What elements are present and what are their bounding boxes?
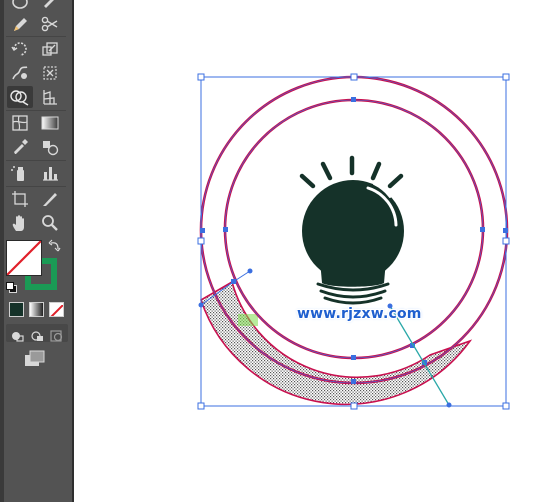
draw-inside-icon[interactable] [50,327,64,342]
zoom-tool-icon[interactable] [38,212,62,234]
tools-separator [6,160,66,161]
scissors-tool-icon[interactable] [38,13,62,35]
blend-tool-icon[interactable] [38,136,62,158]
tools-separator [6,186,66,187]
draw-normal-icon[interactable] [10,327,24,342]
none-mode-button[interactable] [49,302,64,317]
watermark-text: www.rjzxw.com [297,306,422,322]
perspective-grid-tool-icon[interactable] [38,86,62,108]
tools-panel [0,0,74,502]
light-bulb-icon [299,155,404,305]
ellipse-tool-icon[interactable] [8,0,32,12]
draw-behind-icon[interactable] [30,327,44,341]
swap-fill-stroke-icon[interactable] [48,238,62,252]
hand-tool-icon[interactable] [8,212,32,234]
tools-panel-edge [0,0,4,502]
gradient-mode-button[interactable] [29,302,44,317]
slice-tool-icon[interactable] [38,188,62,210]
tools-separator [6,36,66,37]
default-fill-stroke-icon[interactable] [6,282,17,293]
selected-segment-highlight [238,314,258,326]
free-transform-tool-icon[interactable] [38,62,62,84]
artboard-tool-icon[interactable] [8,188,32,210]
gradient-tool-icon[interactable] [38,112,62,134]
scale-tool-icon[interactable] [38,38,62,60]
fill-swatch[interactable] [6,240,42,276]
blob-brush-tool-icon[interactable] [38,0,62,12]
shape-builder-tool-icon[interactable] [7,86,33,108]
warp-tool-icon[interactable] [8,62,32,84]
column-graph-tool-icon[interactable] [38,162,62,184]
rotate-tool-icon[interactable] [8,38,32,60]
tools-separator [6,110,66,111]
screen-mode-icon[interactable] [24,350,46,368]
color-mode-button[interactable] [9,302,24,317]
mesh-tool-icon[interactable] [8,112,32,134]
artwork [197,73,510,410]
draw-modes-group [6,324,68,342]
pencil-tool-icon[interactable] [8,13,32,35]
symbol-sprayer-tool-icon[interactable] [8,162,32,184]
eyedropper-tool-icon[interactable] [8,136,32,158]
artboard-canvas[interactable]: www.rjzxw.com [74,0,556,502]
